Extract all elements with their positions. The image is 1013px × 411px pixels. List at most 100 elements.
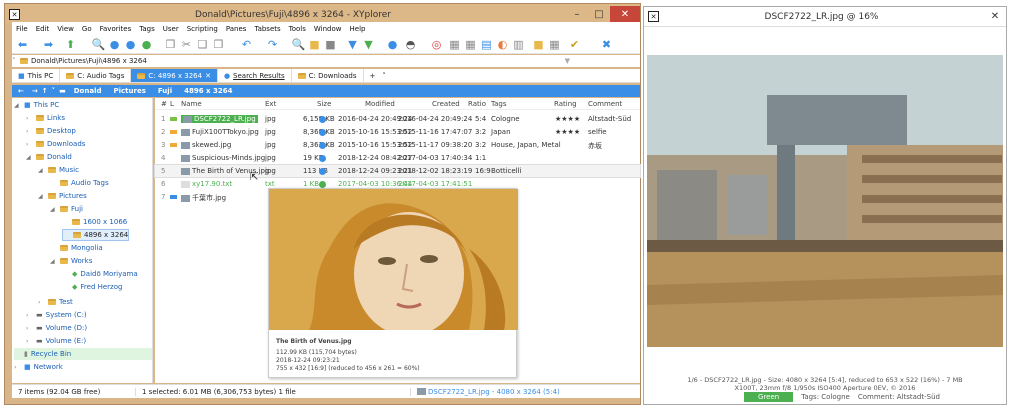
file-rating[interactable]: ★★★★	[555, 115, 580, 123]
expand-icon[interactable]: ›	[14, 364, 21, 371]
refresh-icon[interactable]: ●	[140, 38, 153, 51]
forward-icon[interactable]: ➡	[42, 38, 55, 51]
redo-icon[interactable]: ↷	[266, 38, 279, 51]
viewer-photo[interactable]	[647, 55, 1003, 347]
tree-item[interactable]: ◆ Daidō Moriyama	[62, 268, 138, 280]
new-tab-button[interactable]: + ˅	[364, 69, 392, 82]
tree-item[interactable]: ◢ ■ This PC	[14, 99, 59, 111]
col-comment[interactable]: Comment	[588, 100, 622, 108]
close-icon[interactable]: ✕	[205, 72, 211, 80]
tree-item[interactable]: ◢ Pictures	[38, 190, 87, 202]
expand-icon[interactable]: ◢	[50, 206, 57, 213]
tree-item[interactable]: › Test	[38, 296, 73, 308]
breadcrumb-4896[interactable]: 4896 x 3264	[178, 87, 238, 95]
menu-window[interactable]: Window	[310, 25, 346, 33]
breadcrumb-donald[interactable]: Donald	[68, 87, 108, 95]
chevron-down-icon[interactable]: ˅	[12, 57, 20, 65]
minimize-button[interactable]: –	[566, 6, 588, 23]
close-button[interactable]: ✕	[984, 8, 1006, 25]
delete-icon[interactable]: ❐	[212, 38, 225, 51]
breadcrumb-pictures[interactable]: Pictures	[108, 87, 152, 95]
lock-icon[interactable]: ■	[324, 38, 337, 51]
tree-item[interactable]: ◢ Fuji	[50, 203, 83, 215]
table-row[interactable]: 1 DSCF2722_LR.jpg jpg 6,159 KB 2016-04-2…	[155, 113, 640, 125]
search-icon[interactable]: 🔍	[292, 38, 306, 51]
address-bar[interactable]: ˅ Donald\Pictures\Fuji\4896 x 3264 ▼	[12, 55, 640, 67]
menu-panes[interactable]: Panes	[222, 25, 251, 33]
col-label[interactable]: L	[170, 100, 174, 108]
col-tags[interactable]: Tags	[491, 100, 507, 108]
tree-item[interactable]: › ■ Network	[14, 361, 63, 373]
tree-item[interactable]: › Desktop	[26, 125, 76, 137]
tree-item[interactable]: ◢ Works	[50, 255, 92, 267]
layout-icon[interactable]: ▥	[512, 38, 525, 51]
expand-icon[interactable]: ◢	[38, 193, 45, 200]
cut-icon[interactable]: ✂	[180, 38, 193, 51]
file-name[interactable]: skewed.jpg	[181, 141, 231, 149]
drive-icon[interactable]: ▬	[57, 87, 68, 95]
expand-icon[interactable]: ›	[26, 312, 33, 319]
play-icon[interactable]: ●	[124, 38, 137, 51]
expand-icon[interactable]: ›	[26, 338, 33, 345]
tab-this-pc[interactable]: ■ This PC	[12, 69, 61, 82]
expand-icon[interactable]: ◢	[38, 167, 45, 174]
col-ratio[interactable]: Ratio	[468, 100, 486, 108]
up-arrow-icon[interactable]: ↑	[40, 87, 50, 95]
up-icon[interactable]: ⬆	[64, 38, 77, 51]
tree-item[interactable]: Mongolia	[50, 242, 103, 254]
target-icon[interactable]: ◎	[430, 38, 443, 51]
filter-small-icon[interactable]: ▼	[565, 57, 570, 65]
col-created[interactable]: Created	[432, 100, 460, 108]
menu-view[interactable]: View	[53, 25, 78, 33]
thumbs-icon[interactable]: ▦	[464, 38, 477, 51]
close-button[interactable]: ✕	[610, 6, 640, 23]
expand-icon[interactable]: ◢	[26, 154, 33, 161]
maximize-button[interactable]: □	[588, 6, 610, 23]
menu-help[interactable]: Help	[346, 25, 370, 33]
tag-icon[interactable]: ●	[108, 38, 121, 51]
new-folder-icon[interactable]: ■	[308, 38, 321, 51]
col-num[interactable]: #	[161, 100, 167, 108]
settings-icon[interactable]: ✖	[600, 38, 613, 51]
paste-icon[interactable]: ❏	[196, 38, 209, 51]
tab-audio-tags[interactable]: C: Audio Tags	[60, 69, 132, 82]
ghost-icon[interactable]: ◓	[404, 38, 417, 51]
breadcrumb-fuji[interactable]: Fuji	[152, 87, 178, 95]
tree-item[interactable]: Audio Tags	[50, 177, 109, 189]
find-icon[interactable]: 🔍	[92, 38, 106, 51]
menu-file[interactable]: File	[12, 25, 32, 33]
forward-arrow-icon[interactable]: →	[30, 87, 40, 95]
back-icon[interactable]: ⬅	[16, 38, 29, 51]
file-name[interactable]: FujiX100TTokyo.jpg	[181, 128, 259, 136]
pane-icon[interactable]: ▤	[480, 38, 493, 51]
tab-downloads[interactable]: C: Downloads	[292, 69, 364, 82]
table-row-hover[interactable]: 5 The Birth of Venus.jpg jpg 113 KB 2018…	[154, 164, 641, 178]
col-rating[interactable]: Rating	[554, 100, 577, 108]
tree-item[interactable]: › Downloads	[26, 138, 85, 150]
panes-icon[interactable]: ◐	[496, 38, 509, 51]
copy-icon[interactable]: ❐	[164, 38, 177, 51]
menu-go[interactable]: Go	[78, 25, 96, 33]
preview-icon[interactable]: ▦	[548, 38, 561, 51]
menu-tools[interactable]: Tools	[285, 25, 310, 33]
tab-search-results[interactable]: ● Search Results	[218, 69, 292, 82]
tree-item[interactable]: › ▬ System (C:)	[26, 309, 87, 321]
table-row[interactable]: 2 FujiX100TTokyo.jpg jpg 8,369 KB 2015-1…	[155, 126, 640, 138]
expand-icon[interactable]: ›	[38, 299, 45, 306]
tree-item[interactable]: ◢ Music	[38, 164, 79, 176]
menu-edit[interactable]: Edit	[32, 25, 54, 33]
filter-green-icon[interactable]: ▼	[362, 38, 375, 51]
back-arrow-icon[interactable]: ←	[12, 87, 30, 95]
tree-item[interactable]: 1600 x 1066	[62, 216, 127, 228]
menu-scripting[interactable]: Scripting	[183, 25, 222, 33]
col-ext[interactable]: Ext	[265, 100, 276, 108]
tree-item-selected[interactable]: 4896 x 3264	[62, 229, 130, 241]
menu-tags[interactable]: Tags	[135, 25, 159, 33]
tree-item[interactable]: › ▬ Volume (E:)	[26, 335, 86, 347]
tab-4896[interactable]: C: 4896 x 3264 ✕	[131, 69, 218, 82]
filter-icon[interactable]: ▼	[346, 38, 359, 51]
chevron-down-icon[interactable]: ˅	[382, 72, 386, 80]
xyplorer-app-icon[interactable]: ✕	[9, 9, 20, 20]
expand-icon[interactable]: ›	[26, 128, 33, 135]
note-icon[interactable]: ■	[532, 38, 545, 51]
